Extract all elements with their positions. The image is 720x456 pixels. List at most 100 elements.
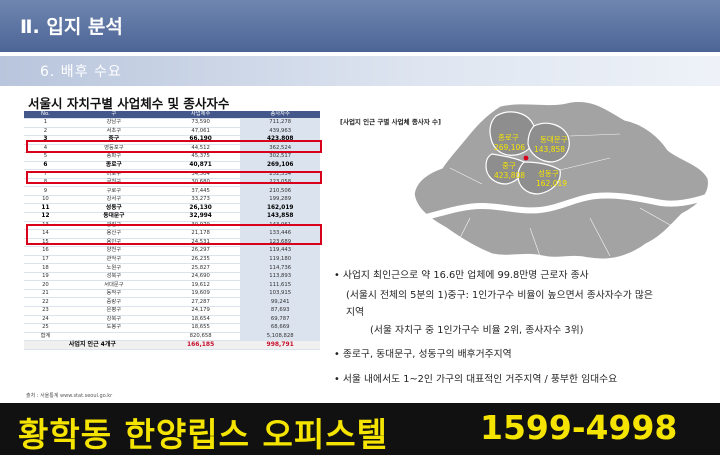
table-cell: 중랑구 xyxy=(66,297,161,308)
district-label: 동대문구 xyxy=(540,135,568,144)
table-cell: 22 xyxy=(24,297,67,308)
table-cell: 24 xyxy=(24,315,67,325)
table-cell: 관악구 xyxy=(66,255,161,265)
table-cell: 47,061 xyxy=(160,127,241,137)
source-note: 출처 : 서울통계 www.stat.seoul.go.kr xyxy=(26,393,113,399)
table-cell: 143,858 xyxy=(240,212,320,222)
highlight-box-jongno xyxy=(26,171,322,184)
table-cell: 종로구 xyxy=(66,161,161,171)
table-cell: 119,443 xyxy=(240,246,320,256)
table-cell: 양천구 xyxy=(66,246,161,256)
district-value: 143,858 xyxy=(534,145,565,154)
table-cell: 18,654 xyxy=(160,315,241,325)
table-cell: 19,609 xyxy=(160,289,241,299)
table-cell: 103,915 xyxy=(240,289,320,299)
bullet-1: • 사업지 최인근으로 약 16.6만 업체에 99.8만명 근로자 종사 xyxy=(334,270,589,281)
highlight-box-seongdong-dongdaemun xyxy=(26,224,322,245)
table-cell: 동대문구 xyxy=(66,212,161,222)
table-row: 23 은평구 24,179 87,693 xyxy=(24,306,320,316)
district-label: 중구 xyxy=(502,161,516,170)
table-row: 18 노원구 25,827 114,736 xyxy=(24,263,320,273)
table-cell: 도봉구 xyxy=(66,323,161,333)
table-row: 1 강남구 73,590 711,278 xyxy=(24,118,320,128)
table-cell: 199,289 xyxy=(240,195,320,205)
table-cell: 합계 xyxy=(24,332,67,342)
table-cell: 439,963 xyxy=(240,127,320,137)
table-row: 10 강서구 33,273 199,289 xyxy=(24,195,320,205)
table-cell: 32,994 xyxy=(160,212,241,222)
table-cell: 서대문구 xyxy=(66,280,161,290)
column-header: No. xyxy=(24,111,67,119)
table-cell: 73,590 xyxy=(160,118,241,128)
table-cell: 26,130 xyxy=(160,203,241,213)
table-cell: 119,180 xyxy=(240,255,320,265)
district-label: 성동구 xyxy=(538,169,559,178)
table-cell: 69,787 xyxy=(240,315,320,325)
table-row: 5 송파구 45,375 302,517 xyxy=(24,152,320,162)
total-workers: 998,791 xyxy=(240,340,320,350)
table-cell: 33,273 xyxy=(160,195,241,205)
seoul-map: 종로구 269,106 동대문구 143,858 중구 423,808 성동구 … xyxy=(411,100,713,260)
table-cell: 23 xyxy=(24,306,67,316)
table-cell: 210,506 xyxy=(240,186,320,196)
table-cell: 87,693 xyxy=(240,306,320,316)
bullet-1-line-3: 지역 xyxy=(346,307,365,318)
table-cell: 68,669 xyxy=(240,323,320,333)
table-row: 12 동대문구 32,994 143,858 xyxy=(24,212,320,222)
total-label: 사업지 인근 4개구 xyxy=(24,340,161,350)
table-cell: 노원구 xyxy=(66,263,161,273)
district-label: 종로구 xyxy=(498,133,519,142)
table-row: 25 도봉구 18,655 68,669 xyxy=(24,323,320,333)
table-title: 서울시 자치구별 사업체수 및 종사자수 xyxy=(28,96,230,111)
table-cell: 12 xyxy=(24,212,67,222)
table-row: 합계 820,658 5,108,828 xyxy=(24,332,320,342)
page-title: Ⅱ. 입지 분석 xyxy=(20,16,123,38)
table-cell: 18 xyxy=(24,263,67,273)
bullet-2-text: 종로구, 동대문구, 성동구의 배후거주지역 xyxy=(342,349,512,360)
table-cell: 711,278 xyxy=(240,118,320,128)
table-cell xyxy=(66,332,161,342)
table-row: 9 구로구 37,445 210,506 xyxy=(24,186,320,196)
table-cell: 18,655 xyxy=(160,323,241,333)
total-businesses: 166,185 xyxy=(160,340,241,350)
footer-banner: 황학동 한양립스 오피스텔 1599-4998 xyxy=(0,403,720,455)
column-header: 종사자수 xyxy=(240,111,320,119)
table-cell: 16 xyxy=(24,246,67,256)
table-header-row: No. 구 사업체수 종사자수 xyxy=(24,111,320,119)
district-value: 162,019 xyxy=(536,179,567,188)
table-cell: 27,287 xyxy=(160,297,241,308)
table-cell: 2 xyxy=(24,127,67,137)
table-cell: 송파구 xyxy=(66,152,161,162)
table-cell: 6 xyxy=(24,161,67,171)
column-header: 구 xyxy=(66,111,161,119)
site-marker xyxy=(523,155,529,161)
table-cell: 162,019 xyxy=(240,203,320,213)
table-row: 16 양천구 26,297 119,443 xyxy=(24,246,320,256)
table-cell: 820,658 xyxy=(160,332,241,342)
banner-name: 황학동 한양립스 오피스텔 xyxy=(18,415,388,454)
table-cell: 24,690 xyxy=(160,272,241,282)
table-cell: 19,612 xyxy=(160,280,241,290)
table-total-row: 사업지 인근 4개구 166,185 998,791 xyxy=(24,340,320,350)
table-cell: 은평구 xyxy=(66,306,161,316)
bullet-3: • 서울 내에서도 1~2인 가구의 대표적인 거주지역 / 풍부한 임대수요 xyxy=(334,374,618,385)
bullet-3-text: 서울 내에서도 1~2인 가구의 대표적인 거주지역 / 풍부한 임대수요 xyxy=(342,374,618,385)
table-row: 17 관악구 26,235 119,180 xyxy=(24,255,320,265)
table-row: 6 종로구 40,871 269,106 xyxy=(24,161,320,171)
table-row: 11 성동구 26,130 162,019 xyxy=(24,203,320,213)
table-cell: 19 xyxy=(24,272,67,282)
table-cell: 20 xyxy=(24,280,67,290)
table-cell: 강서구 xyxy=(66,195,161,205)
table-cell: 11 xyxy=(24,203,67,213)
table-cell: 26,297 xyxy=(160,246,241,256)
table-cell: 서초구 xyxy=(66,127,161,137)
table-row: 24 강북구 18,654 69,787 xyxy=(24,315,320,325)
table-row: 19 성북구 24,690 113,893 xyxy=(24,272,320,282)
bullet-1-line-2: (서울시 전체의 5분의 1)중구: 1인가구수 비율이 높으면서 종사자수가 … xyxy=(346,290,653,301)
table-cell: 40,871 xyxy=(160,161,241,171)
table-cell: 성동구 xyxy=(66,203,161,213)
table-cell: 강북구 xyxy=(66,315,161,325)
table-cell: 37,445 xyxy=(160,186,241,196)
table-cell: 동작구 xyxy=(66,289,161,299)
table-cell: 25 xyxy=(24,323,67,333)
